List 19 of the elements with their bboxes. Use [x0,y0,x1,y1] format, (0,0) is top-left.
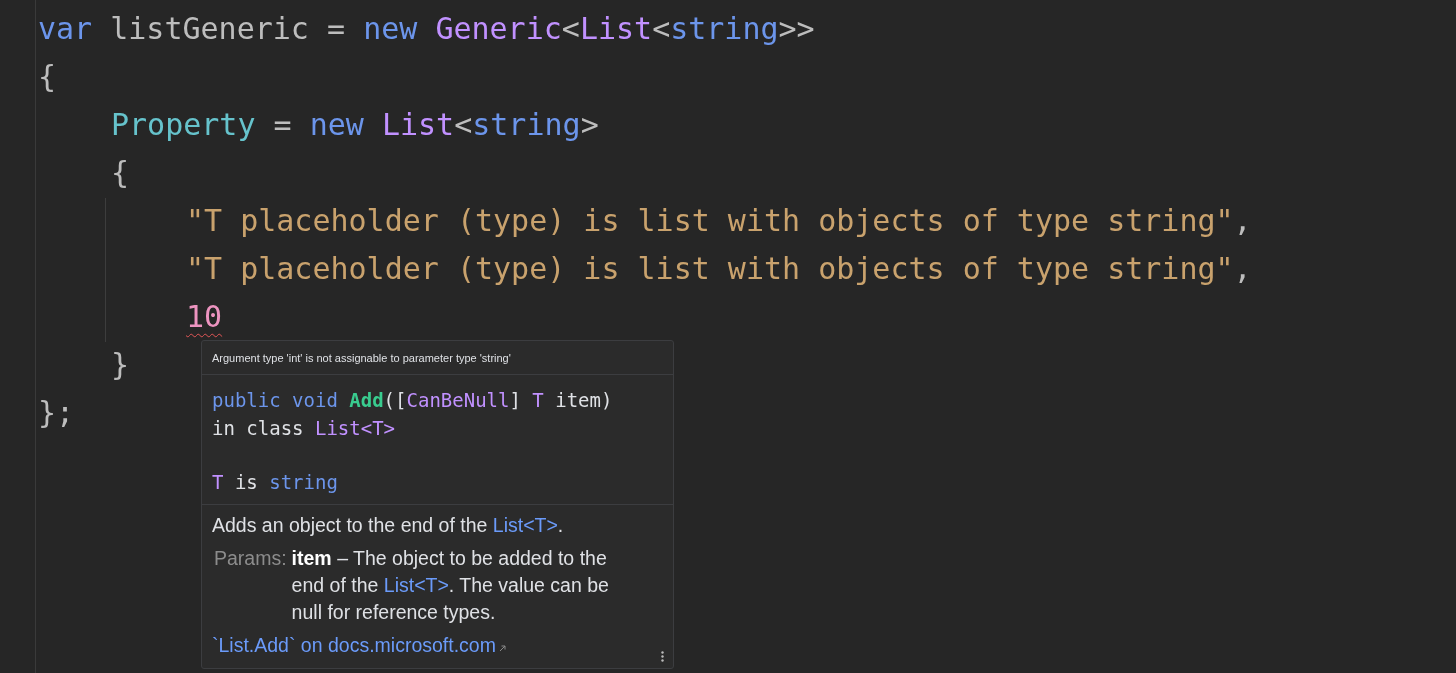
code-line: 10 [186,299,223,334]
code-line: } [111,347,130,382]
code-line: var listGeneric = new Generic<List<string>> [38,11,815,46]
signature-line: in class List<T> [212,417,396,439]
code-line: { [111,155,130,190]
signature-line: public void Add([CanBeNull] T item) [212,389,613,411]
type-binding: T is string [212,471,338,493]
code-line: { [38,59,57,94]
external-arrow-icon [498,645,506,652]
docs-link[interactable]: `List.Add` on docs.microsoft.com [212,632,496,658]
code-line: "T placeholder (type) is list with objects of type string", [186,203,1252,238]
params-label: Params: [213,546,287,571]
error-message: Argument type 'int' is not assignable to parameter type 'string' [212,352,511,364]
param-description: item – The object to be added to the end of the List<T>. The value can be null for reference types. [291,546,610,625]
description-text: Adds an object to the end of the List<T>. [212,514,564,536]
code-line: Property = new List<string> [111,107,599,142]
code-line: }; [38,395,75,430]
code-line: "T placeholder (type) is list with objects of type string", [186,251,1252,286]
more-options-icon[interactable] [661,651,664,662]
